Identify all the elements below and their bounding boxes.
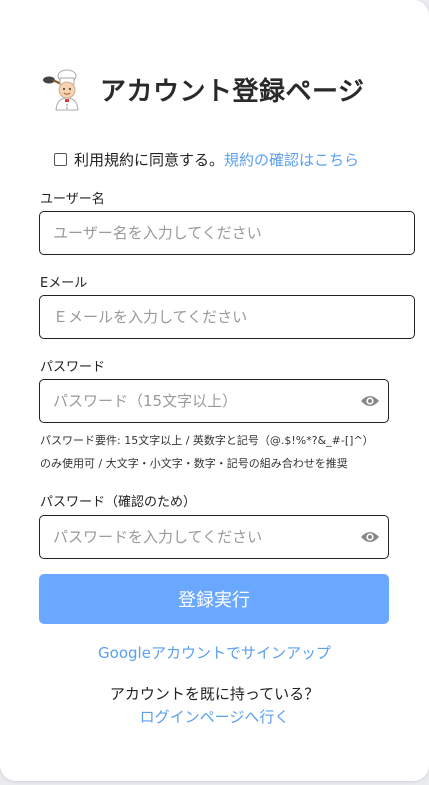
register-button[interactable]: 登録実行 — [39, 574, 389, 624]
page-header: アカウント登録ページ — [40, 66, 364, 112]
signup-card: アカウント登録ページ 利用規約に同意する。 規約の確認はこちら ユーザー名 Eメ… — [0, 0, 429, 781]
password-label: パスワード — [40, 360, 106, 375]
login-prompt: アカウントを既に持っている？ — [109, 685, 320, 703]
password-confirm-input[interactable] — [39, 515, 389, 559]
chef-mascot-icon — [43, 69, 79, 111]
page-title: アカウント登録ページ — [100, 76, 365, 107]
password-requirements-line2: のみ使用可 / 大文字・小文字・数字・記号の組み合わせを推奨 — [40, 457, 348, 470]
password-requirements-line1: パスワード要件: 15文字以上 / 英数字と記号（@.$!%*?&_#-[]^） — [40, 434, 374, 447]
eye-icon[interactable] — [360, 394, 380, 408]
login-link[interactable]: ログインページへ行く — [0, 706, 429, 727]
terms-link[interactable]: 規約の確認はこちら — [224, 149, 359, 170]
username-label: ユーザー名 — [40, 192, 105, 207]
email-label: Eメール — [40, 276, 88, 291]
terms-checkbox[interactable] — [54, 153, 67, 166]
email-input[interactable] — [39, 295, 415, 339]
eye-icon[interactable] — [360, 530, 380, 544]
terms-agreement: 利用規約に同意する。 規約の確認はこちら — [54, 149, 359, 170]
password-confirm-label: パスワード（確認のため） — [40, 495, 197, 510]
password-input[interactable] — [39, 379, 389, 423]
google-signup-link[interactable]: Googleアカウントでサインアップ — [0, 642, 429, 663]
terms-label: 利用規約に同意する。 — [74, 151, 225, 169]
username-input[interactable] — [39, 211, 415, 255]
